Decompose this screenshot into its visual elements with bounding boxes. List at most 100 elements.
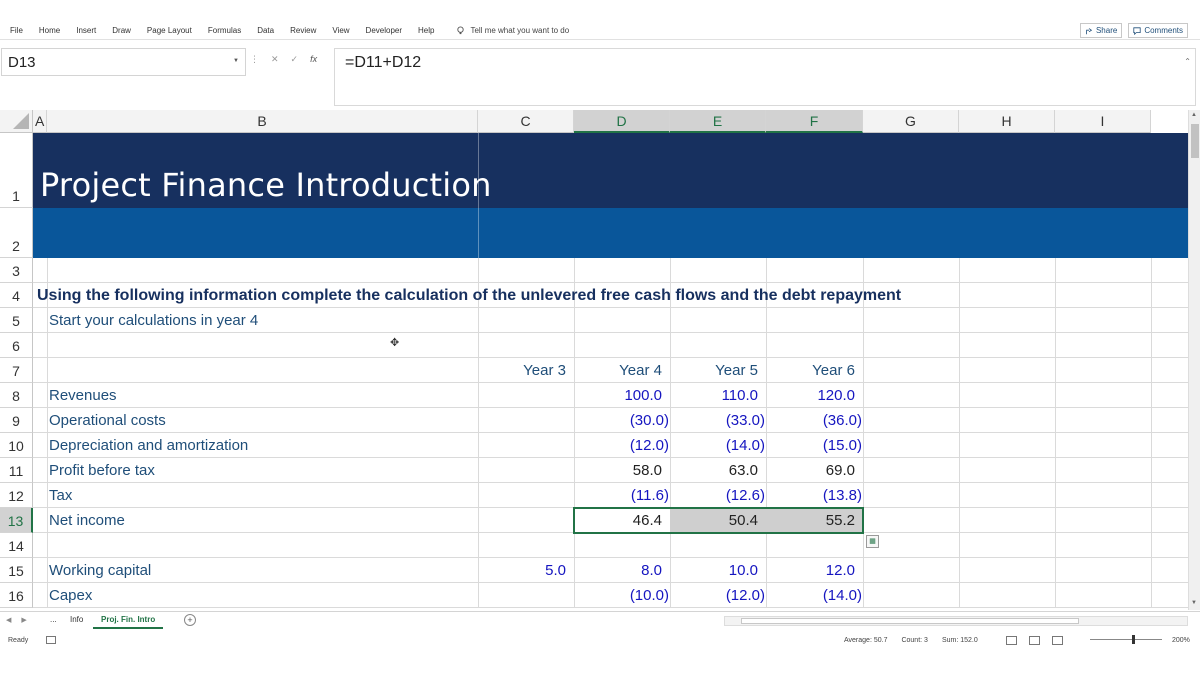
- cell-f8[interactable]: 120.0: [766, 387, 855, 404]
- status-count: Count: 3: [901, 636, 928, 644]
- column-header-d[interactable]: D: [574, 110, 670, 133]
- formula-value: =D11+D12: [345, 54, 422, 71]
- vertical-scrollbar[interactable]: ▲ ▼: [1188, 110, 1200, 610]
- cell-d12[interactable]: (11.6): [574, 487, 669, 504]
- cell-f16[interactable]: (14.0): [766, 587, 862, 604]
- tab-help[interactable]: Help: [410, 26, 442, 35]
- macro-record-icon[interactable]: [46, 636, 56, 644]
- cell-c15[interactable]: 5.0: [478, 562, 566, 579]
- scrollbar-thumb[interactable]: [1191, 124, 1199, 158]
- zoom-level[interactable]: 200%: [1172, 637, 1190, 644]
- cell-e13[interactable]: 50.4: [670, 512, 758, 529]
- cell-f10[interactable]: (15.0): [766, 437, 862, 454]
- cell-f13[interactable]: 55.2: [766, 512, 855, 529]
- column-header-i[interactable]: I: [1055, 110, 1151, 133]
- row-header-16[interactable]: 16: [0, 583, 33, 608]
- cell-d13[interactable]: 46.4: [574, 512, 662, 529]
- tab-insert[interactable]: Insert: [68, 26, 104, 35]
- cell-d9[interactable]: (30.0): [574, 412, 669, 429]
- zoom-slider[interactable]: [1090, 635, 1162, 644]
- column-header-g[interactable]: G: [863, 110, 959, 133]
- add-sheet-icon[interactable]: +: [184, 614, 196, 626]
- cell-e12[interactable]: (12.6): [670, 487, 765, 504]
- row-header-6[interactable]: 6: [0, 333, 33, 358]
- row-header-8[interactable]: 8: [0, 383, 33, 408]
- cell-e10[interactable]: (14.0): [670, 437, 765, 454]
- row-header-2[interactable]: 2: [0, 208, 33, 258]
- horizontal-scrollbar[interactable]: [724, 616, 1188, 626]
- share-button[interactable]: Share: [1079, 23, 1123, 38]
- worksheet-grid[interactable]: A B C D E F G H I 1 2 3 4 5 6 7 8 9 10 1…: [0, 110, 1200, 610]
- scroll-up-icon[interactable]: ▲: [1191, 112, 1197, 118]
- row-header-9[interactable]: 9: [0, 408, 33, 433]
- tab-home[interactable]: Home: [31, 26, 68, 35]
- tab-view[interactable]: View: [324, 26, 357, 35]
- tab-draw[interactable]: Draw: [104, 26, 139, 35]
- cell-e9[interactable]: (33.0): [670, 412, 765, 429]
- header-year-5: Year 5: [715, 362, 758, 379]
- column-header-e[interactable]: E: [670, 110, 766, 133]
- normal-view-icon[interactable]: [1006, 635, 1017, 645]
- row-header-12[interactable]: 12: [0, 483, 33, 508]
- formula-input[interactable]: =D11+D12 ⌃: [334, 48, 1196, 106]
- cell-f9[interactable]: (36.0): [766, 412, 862, 429]
- name-box[interactable]: D13 ▼: [1, 48, 246, 76]
- enter-icon[interactable]: ✓: [291, 54, 299, 65]
- cell-d15[interactable]: 8.0: [574, 562, 662, 579]
- horizontal-scrollbar-thumb[interactable]: [741, 618, 1079, 624]
- scroll-down-icon[interactable]: ▼: [1191, 600, 1197, 606]
- page-layout-view-icon[interactable]: [1029, 635, 1040, 645]
- row-header-11[interactable]: 11: [0, 458, 33, 483]
- cell-e15[interactable]: 10.0: [670, 562, 758, 579]
- page-break-view-icon[interactable]: [1052, 635, 1063, 645]
- cell-d16[interactable]: (10.0): [574, 587, 669, 604]
- row-header-5[interactable]: 5: [0, 308, 33, 333]
- zoom-slider-knob[interactable]: [1132, 635, 1135, 644]
- row-header-13[interactable]: 13: [0, 508, 33, 533]
- column-header-f[interactable]: F: [766, 110, 863, 133]
- row-header-14[interactable]: 14: [0, 533, 33, 558]
- tab-formulas[interactable]: Formulas: [200, 26, 249, 35]
- gridline: [33, 557, 1200, 558]
- tab-page-layout[interactable]: Page Layout: [139, 26, 200, 35]
- sheet-prev-icon[interactable]: ◀: [6, 616, 11, 624]
- tell-me-box[interactable]: Tell me what you want to do: [456, 26, 569, 35]
- row-header-4[interactable]: 4: [0, 283, 33, 308]
- cell-e8[interactable]: 110.0: [670, 387, 758, 404]
- share-label: Share: [1095, 26, 1118, 35]
- cell-d11[interactable]: 58.0: [574, 462, 662, 479]
- quick-analysis-icon[interactable]: ▦: [866, 535, 879, 548]
- select-all-corner[interactable]: [0, 110, 33, 133]
- column-header-b[interactable]: B: [47, 110, 478, 133]
- tab-data[interactable]: Data: [249, 26, 282, 35]
- comments-button[interactable]: Comments: [1128, 23, 1188, 38]
- column-header-c[interactable]: C: [478, 110, 574, 133]
- cell-f12[interactable]: (13.8): [766, 487, 862, 504]
- column-header-h[interactable]: H: [959, 110, 1055, 133]
- collapse-formula-bar-icon[interactable]: ⌃: [1184, 57, 1191, 66]
- cell-f15[interactable]: 12.0: [766, 562, 855, 579]
- row-header-10[interactable]: 10: [0, 433, 33, 458]
- cell-e11[interactable]: 63.0: [670, 462, 758, 479]
- cell-d10[interactable]: (12.0): [574, 437, 669, 454]
- row-header-1[interactable]: 1: [0, 133, 33, 208]
- name-box-dropdown-icon[interactable]: ▼: [233, 58, 239, 64]
- insert-function-icon[interactable]: fx: [310, 54, 317, 65]
- sheet-tab-bar: ◀ ▶ ... Info Proj. Fin. Intro +: [0, 611, 1200, 629]
- sheet-tab-proj-fin-intro[interactable]: Proj. Fin. Intro: [93, 612, 164, 629]
- select-all-triangle-icon: [13, 113, 29, 129]
- cancel-icon[interactable]: ✕: [271, 54, 279, 65]
- row-header-15[interactable]: 15: [0, 558, 33, 583]
- tab-file[interactable]: File: [0, 26, 31, 35]
- more-icon: ⋮: [250, 54, 259, 64]
- tab-review[interactable]: Review: [282, 26, 324, 35]
- row-header-7[interactable]: 7: [0, 358, 33, 383]
- cell-e16[interactable]: (12.0): [670, 587, 765, 604]
- row-header-3[interactable]: 3: [0, 258, 33, 283]
- tab-developer[interactable]: Developer: [358, 26, 410, 35]
- sheet-next-icon[interactable]: ▶: [21, 616, 26, 624]
- sheet-tab-info[interactable]: Info: [62, 612, 91, 629]
- cell-f11[interactable]: 69.0: [766, 462, 855, 479]
- column-header-a[interactable]: A: [33, 110, 47, 133]
- cell-d8[interactable]: 100.0: [574, 387, 662, 404]
